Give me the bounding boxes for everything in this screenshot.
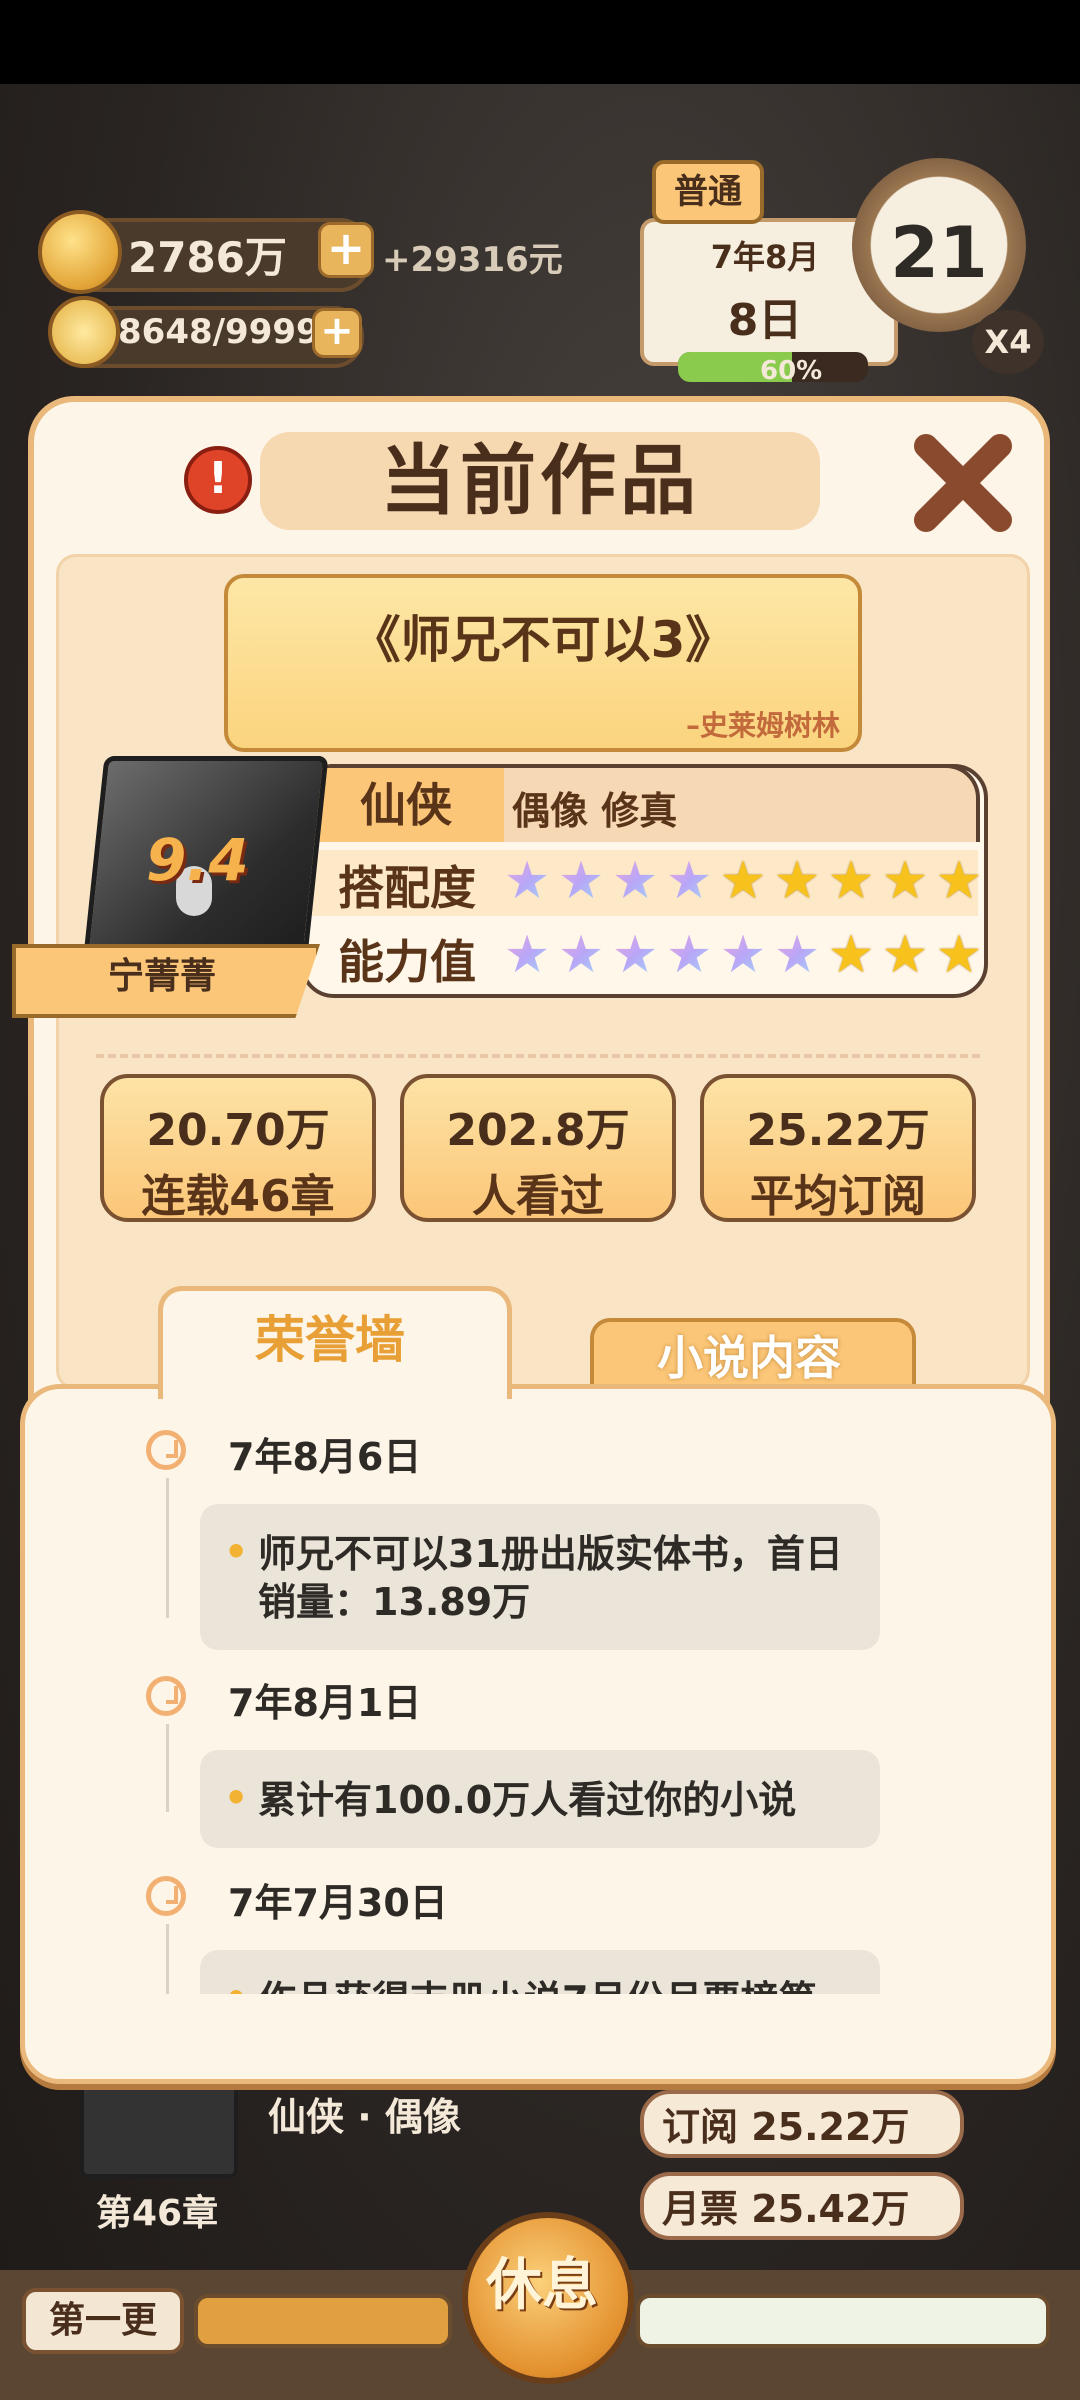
energy-amount: 8648/9999 [118, 312, 320, 352]
timeline-entry: 累计有100.0万人看过你的小说 [200, 1750, 880, 1848]
rainbow-star-icon: ★ [665, 925, 713, 985]
timeline-date: 7年8月6日 [228, 1435, 422, 1479]
timeline-entry: 师兄不可以31册出版实体书，首日销量：13.89万 [200, 1504, 880, 1650]
ability-label: 能力值 [338, 935, 476, 989]
writing-progress [194, 2294, 452, 2348]
stat-subscriptions-label: 平均订阅 [750, 1171, 926, 1222]
timeline-line [166, 1724, 169, 1812]
gold-star-icon: ★ [935, 925, 983, 985]
rainbow-star-icon: ★ [611, 851, 659, 911]
stat-chapters-label: 连载46章 [141, 1171, 335, 1222]
energy-progress [636, 2294, 1050, 2348]
ability-stars: ★ ★ ★ ★ ★ ★ ★ ★ ★ [502, 925, 984, 985]
gold-star-icon: ★ [827, 851, 875, 911]
book-title: 《师兄不可以3》 [350, 611, 736, 669]
clock-icon [146, 1676, 186, 1716]
bg-chapter: 第46章 [96, 2193, 219, 2234]
rainbow-star-icon: ★ [557, 925, 605, 985]
gold-star-icon: ★ [881, 851, 929, 911]
coin-icon [38, 210, 122, 294]
status-bar [0, 0, 1080, 84]
difficulty-tag: 普通 [652, 160, 764, 224]
speed-button[interactable]: X4 [972, 310, 1044, 374]
income-rate: +29316元 [382, 240, 563, 280]
gold-star-icon: ★ [773, 851, 821, 911]
gold-star-icon: ★ [935, 851, 983, 911]
bg-monthly-ticket: 月票 25.42万 [662, 2187, 910, 2231]
timeline-date: 7年8月1日 [228, 1681, 422, 1725]
clock-icon [146, 1430, 186, 1470]
stat-readers-label: 人看过 [472, 1171, 604, 1222]
level-number: 21 [890, 212, 988, 294]
character-name: 宁菁菁 [107, 956, 216, 997]
coin-amount: 2786万 [128, 233, 287, 282]
first-update-button[interactable]: 第一更 [22, 2288, 184, 2354]
stat-chapters-value: 20.70万 [146, 1105, 330, 1156]
modal-title: 当前作品 [380, 436, 700, 525]
rainbow-star-icon: ★ [773, 925, 821, 985]
tab-novel-content-label: 小说内容 [657, 1331, 841, 1385]
close-icon[interactable] [908, 428, 1018, 538]
rainbow-star-icon: ★ [503, 925, 551, 985]
rainbow-star-icon: ★ [665, 851, 713, 911]
author-name: –史莱姆树林 [685, 709, 840, 742]
add-energy-button[interactable]: + [312, 308, 362, 358]
bg-genre: 仙侠 · 偶像 [268, 2095, 461, 2139]
alert-icon[interactable]: ! [184, 446, 252, 514]
timeline-date: 7年7月30日 [228, 1881, 448, 1925]
lightbulb-icon [48, 296, 120, 368]
gold-star-icon: ★ [827, 925, 875, 985]
tab-honor-wall-label: 荣誉墙 [255, 1311, 405, 1369]
clock-icon [146, 1876, 186, 1916]
stat-subscriptions-value: 25.22万 [746, 1105, 930, 1156]
timeline-scroll[interactable]: 7年8月6日 师兄不可以31册出版实体书，首日销量：13.89万 7年8月1日 … [24, 1390, 1052, 1994]
book-score: 9.4 [146, 826, 249, 894]
match-stars: ★ ★ ★ ★ ★ ★ ★ ★ ★ [502, 851, 984, 911]
rainbow-star-icon: ★ [719, 925, 767, 985]
add-coins-button[interactable]: + [318, 222, 374, 278]
rainbow-star-icon: ★ [503, 851, 551, 911]
match-label: 搭配度 [338, 861, 476, 915]
gold-star-icon: ★ [881, 925, 929, 985]
gold-star-icon: ★ [719, 851, 767, 911]
genre-tags: 偶像 修真 [512, 789, 678, 833]
progress-percent: 60% [760, 356, 823, 386]
timeline-entry: 作品获得吉册小说7月份月票榜第 [200, 1950, 880, 1994]
divider [96, 1054, 980, 1058]
timeline-line [166, 1478, 169, 1618]
rainbow-star-icon: ★ [557, 851, 605, 911]
genre-main: 仙侠 [308, 768, 504, 842]
timeline-line [166, 1924, 169, 1994]
rainbow-star-icon: ★ [611, 925, 659, 985]
rest-button-label: 休息 [486, 2253, 598, 2318]
stat-readers-value: 202.8万 [446, 1105, 630, 1156]
bg-subscribe: 订阅 25.22万 [662, 2105, 910, 2149]
